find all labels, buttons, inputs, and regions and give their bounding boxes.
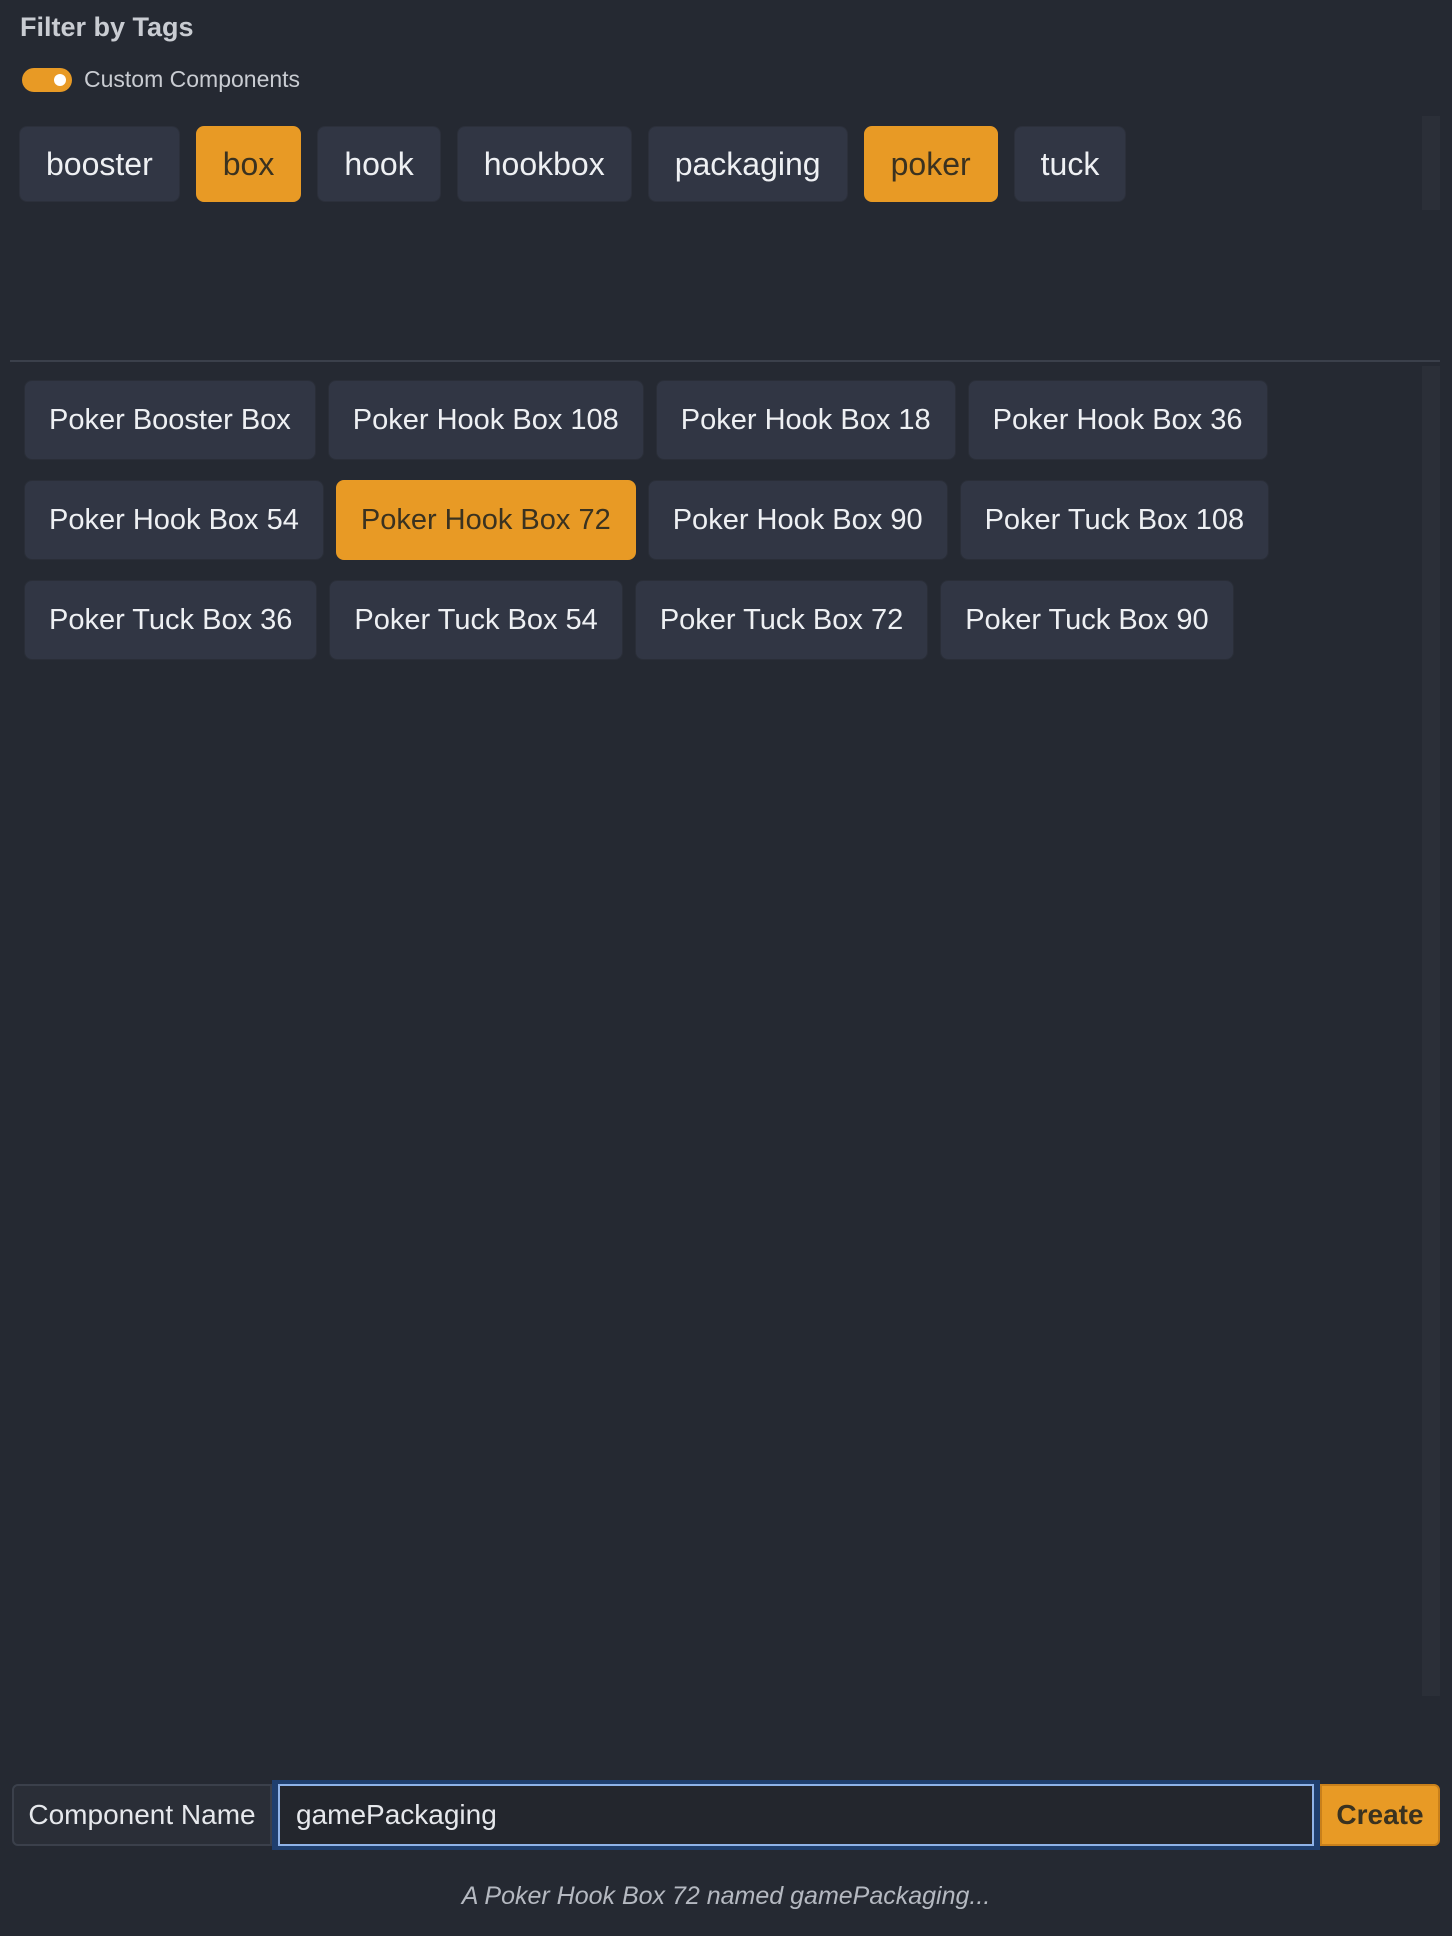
component-item[interactable]: Poker Tuck Box 90	[940, 580, 1234, 660]
tag-tuck[interactable]: tuck	[1013, 126, 1127, 202]
tag-panel: booster box hook hookbox packaging poker tuck	[10, 116, 1440, 362]
toggle-label: Custom Components	[84, 66, 301, 92]
status-text: A Poker Hook Box 72 named gamePackaging.…	[461, 1882, 991, 1910]
tag-poker[interactable]: poker	[863, 126, 998, 202]
component-name-form: Component Name Create	[12, 1780, 1440, 1850]
component-item[interactable]: Poker Booster Box	[24, 380, 316, 460]
component-item[interactable]: Poker Tuck Box 108	[959, 480, 1270, 560]
tag-booster[interactable]: booster	[19, 126, 180, 202]
tag-hook[interactable]: hook	[317, 126, 441, 202]
component-item[interactable]: Poker Hook Box 18	[655, 380, 956, 460]
component-item[interactable]: Poker Tuck Box 72	[634, 580, 929, 660]
component-item[interactable]: Poker Tuck Box 36	[24, 580, 318, 660]
component-item[interactable]: Poker Hook Box 90	[647, 480, 948, 560]
component-list-scrollbar[interactable]	[1422, 366, 1440, 1696]
create-button[interactable]: Create	[1320, 1784, 1440, 1846]
tag-scrollbar[interactable]	[1422, 116, 1440, 210]
tag-list: booster box hook hookbox packaging poker tuck	[19, 126, 1127, 202]
component-list-panel: Poker Booster Box Poker Hook Box 108 Poker…	[10, 366, 1422, 1696]
component-name-label: Component Name	[12, 1784, 272, 1846]
component-name-input[interactable]	[278, 1784, 1314, 1846]
component-item[interactable]: Poker Hook Box 54	[24, 480, 324, 560]
component-item[interactable]: Poker Hook Box 72	[335, 480, 636, 560]
component-item[interactable]: Poker Tuck Box 54	[329, 580, 623, 660]
toggle-knob	[54, 73, 66, 86]
custom-components-toggle[interactable]	[22, 67, 72, 92]
component-picker-panel: Filter by Tags Custom Components booster…	[0, 0, 1452, 1936]
filter-title: Filter by Tags	[20, 12, 194, 42]
tag-box[interactable]: box	[195, 126, 302, 202]
component-item[interactable]: Poker Hook Box 108	[327, 380, 644, 460]
component-name-field-focus	[272, 1780, 1320, 1850]
tag-packaging[interactable]: packaging	[647, 126, 848, 202]
custom-components-toggle-row: Custom Components	[22, 66, 300, 93]
component-item[interactable]: Poker Hook Box 36	[967, 380, 1268, 460]
tag-hookbox[interactable]: hookbox	[456, 126, 632, 202]
component-list: Poker Booster Box Poker Hook Box 108 Poker…	[24, 380, 1284, 660]
